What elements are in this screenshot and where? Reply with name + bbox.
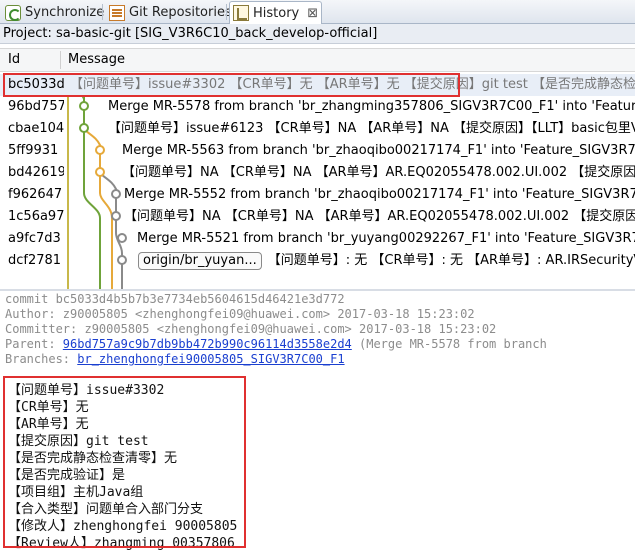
- commit-message-line: 【Review人】zhangming 00357806: [8, 536, 235, 551]
- commit-id: 1c56a97: [8, 209, 64, 224]
- tab-git-repositories[interactable]: Git Repositories: [106, 1, 232, 24]
- branches-label: Branches:: [5, 352, 78, 366]
- commit-message-cell: origin/br_yuyan... 【问题单号】: 无 【CR单号】: 无 【A…: [138, 250, 635, 272]
- synchronize-icon: [5, 4, 21, 21]
- column-header-id[interactable]: Id: [0, 49, 60, 71]
- tab-synchronize-label: Synchronize: [25, 5, 105, 20]
- commit-message: 【问题单号】issue#3302 【CR单号】无 【AR单号】无 【提交原因】g…: [70, 77, 635, 92]
- commit-message: Merge MR-5552 from branch 'br_zhaoqibo00…: [124, 187, 635, 202]
- commit-message: Merge MR-5521 from branch 'br_yuyang0029…: [137, 231, 635, 246]
- tab-separator: [226, 4, 227, 20]
- commit-id: 5ff9931: [8, 143, 59, 158]
- commit-id: 96bd757: [8, 99, 64, 114]
- commit-id: dcf2781: [8, 253, 62, 268]
- tab-synchronize[interactable]: Synchronize: [2, 1, 104, 24]
- tab-history-label: History: [253, 5, 300, 21]
- pane-divider[interactable]: [0, 289, 635, 291]
- tab-separator: [102, 4, 103, 20]
- commit-row[interactable]: 5ff9931 Merge MR-5563 from branch 'br_zh…: [0, 140, 635, 162]
- commit-message: Merge MR-5578 from branch 'br_zhangming3…: [108, 99, 635, 114]
- commit-row[interactable]: a9fc7d3 Merge MR-5521 from branch 'br_yu…: [0, 228, 635, 250]
- commit-row[interactable]: bd42619 【问题单号】NA 【CR单号】NA 【AR单号】AR.EQ020…: [0, 162, 635, 184]
- branch-ref-badge[interactable]: origin/br_yuyan...: [138, 252, 262, 270]
- commit-row[interactable]: bc5033d 【问题单号】issue#3302 【CR单号】无 【AR单号】无…: [0, 74, 635, 96]
- parent-summary: (Merge MR-5578 from branch: [351, 337, 547, 351]
- branch-link[interactable]: br_zhenghongfei90005805_SIGV3R7C00_F1: [77, 352, 344, 366]
- commit-row[interactable]: 96bd757 Merge MR-5578 from branch 'br_zh…: [0, 96, 635, 118]
- view-tab-bar: Synchronize Git Repositories History ⊠: [0, 0, 635, 24]
- parent-hash-link[interactable]: 96bd757a9c9b7db9bb472b990c96114d3558e2d4: [63, 337, 352, 351]
- commit-message: 【问题单号】: 无 【CR单号】: 无 【AR单号】: AR.IRSecurit…: [267, 253, 635, 268]
- git-repositories-icon: [109, 4, 125, 21]
- commit-id: f962647: [8, 187, 63, 202]
- commit-row[interactable]: cbae104 【问题单号】issue#6123 【CR单号】NA 【AR单号】…: [0, 118, 635, 140]
- branches-line: Branches: br_zhenghongfei90005805_SIGV3R…: [5, 352, 345, 366]
- commit-hash-line: commit bc5033d4b5b7b3e7734eb5604615d4642…: [5, 292, 345, 306]
- commit-row[interactable]: dcf2781 origin/br_yuyan... 【问题单号】: 无 【CR单…: [0, 250, 635, 272]
- author-line: Author: z90005805 <zhenghongfei09@huawei…: [5, 307, 475, 321]
- commit-row[interactable]: 1c56a97 【问题单号】NA 【CR单号】NA 【AR单号】AR.EQ020…: [0, 206, 635, 228]
- commit-row[interactable]: f962647 Merge MR-5552 from branch 'br_zh…: [0, 184, 635, 206]
- column-header-message[interactable]: Message: [60, 49, 125, 71]
- parent-line: Parent: 96bd757a9c9b7db9bb472b990c96114d…: [5, 337, 547, 351]
- commit-id: bd42619: [8, 165, 64, 180]
- history-icon: [233, 5, 249, 21]
- commit-id: bc5033d: [8, 77, 64, 92]
- commit-id: cbae104: [8, 121, 64, 136]
- tab-git-repositories-label: Git Repositories: [129, 5, 232, 20]
- close-tab-icon[interactable]: ⊠: [307, 6, 318, 21]
- committer-line: Committer: z90005805 <zhenghongfei09@hua…: [5, 322, 497, 336]
- commit-table: Id Message bc5033d 【问题单号】issue#3302 【CR单…: [0, 45, 635, 290]
- commit-id: a9fc7d3: [8, 231, 61, 246]
- commit-message: Merge MR-5563 from branch 'br_zhaoqibo00…: [122, 143, 635, 158]
- commit-message: 【问题单号】NA 【CR单号】NA 【AR单号】AR.EQ02055478.00…: [122, 165, 635, 180]
- commit-message: 【问题单号】issue#6123 【CR单号】NA 【AR单号】NA 【提交原因…: [108, 121, 635, 136]
- table-header: Id Message: [0, 48, 635, 72]
- project-label: Project: sa-basic-git [SIG_V3R6C10_back_…: [0, 24, 635, 44]
- commit-details-pane: commit bc5033d4b5b7b3e7734eb5604615d4642…: [0, 292, 635, 552]
- tab-history[interactable]: History ⊠: [229, 1, 322, 24]
- commit-message: 【问题单号】NA 【CR单号】NA 【AR单号】AR.EQ02055478.00…: [124, 209, 635, 224]
- parent-label: Parent:: [5, 337, 63, 351]
